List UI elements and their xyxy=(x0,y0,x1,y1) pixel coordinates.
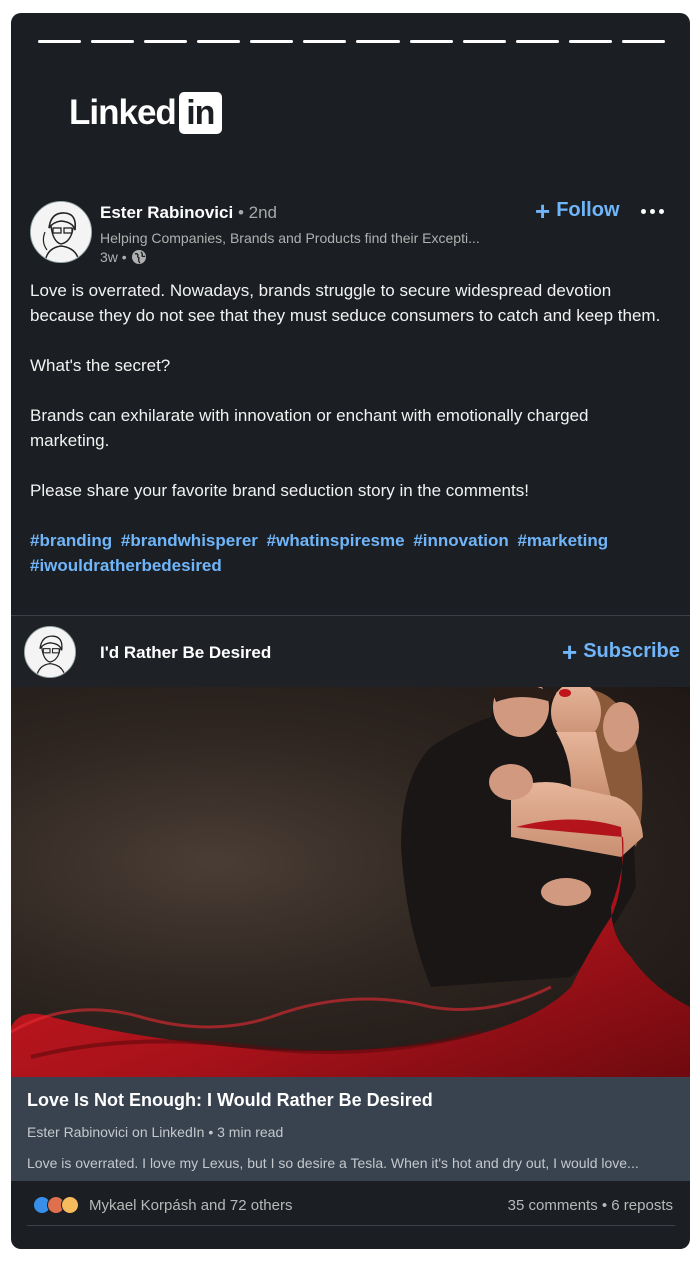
connection-degree: • 2nd xyxy=(233,203,277,222)
progress-segment xyxy=(250,40,294,43)
story-progress-bar xyxy=(38,40,665,44)
progress-segment xyxy=(409,40,453,43)
linkedin-logo: Linked in xyxy=(69,92,222,134)
progress-segment xyxy=(568,40,612,43)
hashtag-link[interactable]: #brandwhisperer xyxy=(121,531,258,550)
subscribe-button[interactable]: + Subscribe xyxy=(562,636,680,667)
post-paragraph: Please share your favorite brand seducti… xyxy=(30,481,529,500)
progress-segment xyxy=(462,40,506,43)
author-name-text[interactable]: Ester Rabinovici xyxy=(100,203,233,222)
author-avatar[interactable] xyxy=(30,201,92,263)
reactors-text[interactable]: Mykael Korpásh and 72 others xyxy=(89,1197,292,1214)
progress-segment xyxy=(38,40,82,43)
progress-segment xyxy=(356,40,400,43)
hashtag-link[interactable]: #branding xyxy=(30,531,112,550)
logo-in-badge: in xyxy=(178,92,222,134)
newsletter-name[interactable]: I'd Rather Be Desired xyxy=(100,643,271,663)
post-text: Love is overrated. Nowadays, brands stru… xyxy=(30,278,670,578)
logo-wordmark: Linked xyxy=(69,93,177,132)
follow-button[interactable]: + Follow xyxy=(535,195,620,226)
reaction-icons[interactable] xyxy=(33,1196,79,1214)
newsletter-avatar[interactable] xyxy=(24,626,76,678)
author-name[interactable]: Ester Rabinovici • 2nd xyxy=(100,203,277,223)
article-cover-image[interactable] xyxy=(11,687,690,1077)
hashtag-link[interactable]: #iwouldratherbedesired xyxy=(30,556,222,575)
hashtags: #branding #brandwhisperer #whatinspiresm… xyxy=(30,528,670,578)
hashtag-link[interactable]: #marketing xyxy=(517,531,608,550)
author-headline: Helping Companies, Brands and Products f… xyxy=(100,230,480,246)
globe-icon xyxy=(131,250,146,264)
progress-segment xyxy=(303,40,347,43)
post-paragraph: What's the secret? xyxy=(30,356,171,375)
social-counts: Mykael Korpásh and 72 others 35 comments… xyxy=(33,1193,673,1217)
progress-segment xyxy=(197,40,241,43)
more-options-icon[interactable] xyxy=(641,199,671,223)
post-paragraph: Brands can exhilarate with innovation or… xyxy=(30,406,589,450)
article-meta: Ester Rabinovici on LinkedIn • 3 min rea… xyxy=(27,1124,284,1140)
article-title[interactable]: Love Is Not Enough: I Would Rather Be De… xyxy=(27,1090,433,1111)
post-paragraph: Love is overrated. Nowadays, brands stru… xyxy=(30,281,661,325)
post-time: 3w • xyxy=(100,249,127,265)
article-snippet: Love is overrated. I love my Lexus, but … xyxy=(27,1155,639,1171)
post-meta: 3w • xyxy=(100,249,147,265)
progress-segment xyxy=(515,40,559,43)
subscribe-label: Subscribe xyxy=(583,640,680,662)
comments-reposts-count[interactable]: 35 comments • 6 reposts xyxy=(508,1197,673,1214)
post-card: Linked in Ester Rabinovici • 2nd Helping… xyxy=(11,13,690,1249)
divider xyxy=(27,1225,675,1226)
insightful-icon xyxy=(61,1196,79,1214)
progress-segment xyxy=(621,40,665,43)
follow-label: Follow xyxy=(556,199,620,221)
hashtag-link[interactable]: #innovation xyxy=(413,531,508,550)
progress-segment xyxy=(91,40,135,43)
progress-segment xyxy=(144,40,188,43)
plus-icon: + xyxy=(562,636,578,667)
hashtag-link[interactable]: #whatinspiresme xyxy=(267,531,405,550)
plus-icon: + xyxy=(535,195,551,226)
